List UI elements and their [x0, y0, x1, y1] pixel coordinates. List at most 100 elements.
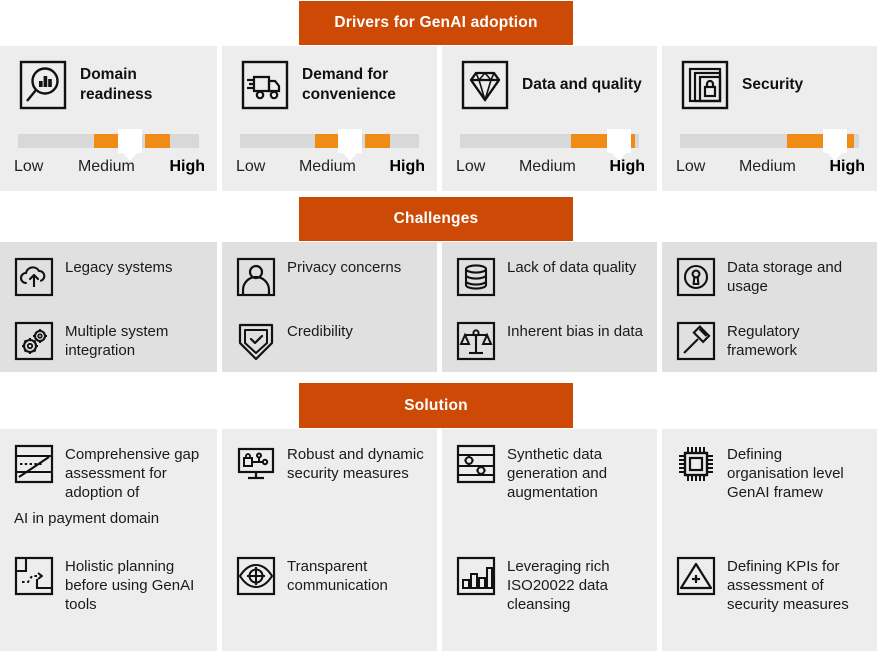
list-item-label: Defining organisation level GenAI framew — [727, 446, 844, 502]
driver-meter — [680, 129, 859, 153]
section-title-solution: Solution — [404, 396, 468, 414]
driver-meter — [460, 129, 639, 153]
section-banner-challenges: Challenges — [299, 197, 573, 241]
driver-scale: Low Medium High — [14, 158, 205, 176]
section-banner-drivers: Drivers for GenAI adoption — [299, 1, 573, 45]
list-item-label: Leveraging rich ISO20022 data cleansing — [507, 558, 610, 614]
scale-label-medium: Medium — [738, 158, 796, 175]
magnifier-barchart-icon — [18, 60, 68, 110]
keyhole-circle-icon — [676, 257, 716, 297]
list-item-label: Transparent communication — [287, 558, 388, 595]
meter-track — [680, 129, 859, 153]
challenge-card-4: Data storage and usage Regulatory framew… — [662, 242, 877, 372]
scale-label-high: High — [829, 158, 865, 175]
person-privacy-icon — [236, 257, 276, 297]
meter-segment-low — [787, 134, 824, 148]
meter-track — [18, 129, 199, 153]
meter-track — [460, 129, 639, 153]
scale-label-high: High — [609, 158, 645, 175]
solution-card-2: Robust and dynamic security measures Tra… — [222, 429, 437, 651]
eye-target-icon — [236, 556, 276, 596]
meter-segment-high — [630, 134, 636, 148]
driver-card-demand-for-convenience: Demand for convenience Low Medium High — [222, 46, 437, 191]
list-item-label: Inherent bias in data — [507, 323, 643, 340]
list-item-overflow: AI in payment domain — [0, 507, 217, 528]
list-item-label: Credibility — [287, 323, 353, 340]
driver-scale: Low Medium High — [456, 158, 645, 176]
database-icon — [456, 257, 496, 297]
list-item: Regulatory framework — [662, 320, 877, 361]
list-item-label: Regulatory framework — [727, 323, 800, 360]
driver-title: Demand for convenience — [302, 66, 396, 103]
plan-flow-icon — [14, 556, 54, 596]
list-item-label: Legacy systems — [65, 259, 173, 276]
list-item-label: Privacy concerns — [287, 259, 402, 276]
list-item-label: Robust and dynamic security measures — [287, 446, 424, 483]
scale-label-high: High — [169, 158, 205, 175]
list-item-label: Holistic planning before using GenAI too… — [65, 558, 195, 614]
cloud-upload-icon — [14, 257, 54, 297]
list-item-label: Data storage and usage — [727, 259, 843, 296]
list-item-label: Multiple system integration — [65, 323, 169, 360]
driver-card-domain-readiness: Domain readiness Low Medium High — [0, 46, 217, 191]
list-item: Privacy concerns — [222, 256, 437, 297]
meter-segment-low — [570, 134, 607, 148]
driver-card-data-and-quality: Data and quality Low Medium High — [442, 46, 657, 191]
scale-label-low: Low — [236, 158, 266, 175]
list-item: Transparent communication — [222, 555, 437, 596]
bar-chart-icon — [456, 556, 496, 596]
meter-pointer — [606, 129, 631, 153]
list-item: Multiple system integration — [0, 320, 217, 361]
meter-segment-low — [94, 134, 118, 148]
warning-plus-icon — [676, 556, 716, 596]
infographic-root: Drivers for GenAI adoption Challenges So… — [0, 0, 877, 652]
meter-track — [240, 129, 419, 153]
driver-header: Demand for convenience — [240, 60, 425, 110]
driver-header: Data and quality — [460, 60, 645, 110]
challenge-card-2: Privacy concerns Credibility — [222, 242, 437, 372]
list-item-label-overflow: AI in payment domain — [14, 510, 160, 527]
solution-card-1: Comprehensive gap assessment for adoptio… — [0, 429, 217, 651]
section-title-drivers: Drivers for GenAI adoption — [334, 14, 538, 31]
section-title-challenges: Challenges — [393, 210, 479, 227]
list-item: Inherent bias in data — [442, 320, 657, 361]
scale-label-medium: Medium — [298, 158, 356, 175]
meter-segment-high — [144, 134, 171, 148]
scale-label-low: Low — [14, 158, 44, 175]
scale-label-medium: Medium — [518, 158, 576, 175]
meter-pointer — [823, 129, 848, 153]
list-item: Lack of data quality — [442, 256, 657, 297]
driver-title: Data and quality — [522, 76, 642, 94]
list-item: Synthetic data generation and augmentati… — [442, 443, 657, 502]
driver-header: Security — [680, 60, 865, 110]
scale-label-low: Low — [676, 158, 706, 175]
list-item: Data storage and usage — [662, 256, 877, 297]
shield-check-icon — [236, 321, 276, 361]
data-settings-icon — [456, 444, 496, 484]
driver-scale: Low Medium High — [236, 158, 425, 176]
meter-segment-low — [315, 134, 339, 148]
list-item-label: Lack of data quality — [507, 259, 637, 276]
solution-card-4: Defining organisation level GenAI framew… — [662, 429, 877, 651]
gears-icon — [14, 321, 54, 361]
diamond-icon — [460, 60, 510, 110]
meter-segment-high — [846, 134, 854, 148]
delivery-truck-icon — [240, 60, 290, 110]
list-item-label: Synthetic data generation and augmentati… — [507, 446, 608, 502]
driver-header: Domain readiness — [18, 60, 205, 110]
challenge-card-3: Lack of data quality Inherent bias in da… — [442, 242, 657, 372]
scale-label-medium: Medium — [77, 158, 135, 175]
list-item: Robust and dynamic security measures — [222, 443, 437, 484]
list-item: Credibility — [222, 320, 437, 361]
scale-label-high: High — [389, 158, 425, 175]
list-item: Comprehensive gap assessment for adoptio… — [0, 443, 217, 502]
driver-meter — [18, 129, 199, 153]
meter-pointer — [117, 129, 142, 153]
list-item-label: Comprehensive gap assessment for adoptio… — [65, 446, 200, 502]
trend-chart-icon — [14, 444, 54, 484]
driver-card-security: Security Low Medium High — [662, 46, 877, 191]
gavel-icon — [676, 321, 716, 361]
list-item: Legacy systems — [0, 256, 217, 297]
section-banner-solution: Solution — [299, 383, 573, 428]
cpu-chip-icon — [676, 444, 716, 484]
